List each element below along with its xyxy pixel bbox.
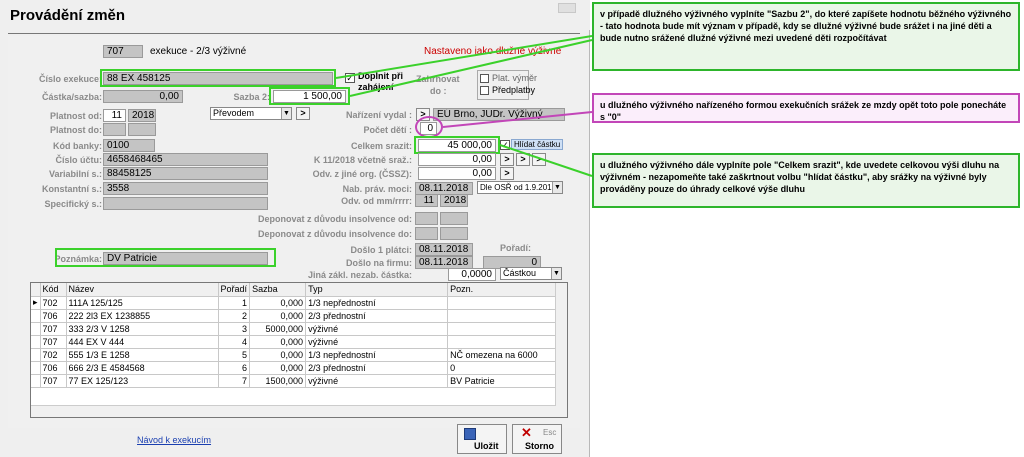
callout-celkem-srazit: u dlužného výživného dále vyplníte pole …	[592, 153, 1020, 208]
callout-pocet-deti: u dlužného výživného nařízeného formou e…	[592, 93, 1020, 123]
connector-line	[499, 144, 593, 177]
connector-line	[442, 111, 593, 128]
connector-line	[349, 39, 593, 97]
connector-line	[335, 35, 593, 79]
callout-sazba2: v případě dlužného výživného vyplníte "S…	[592, 2, 1020, 71]
